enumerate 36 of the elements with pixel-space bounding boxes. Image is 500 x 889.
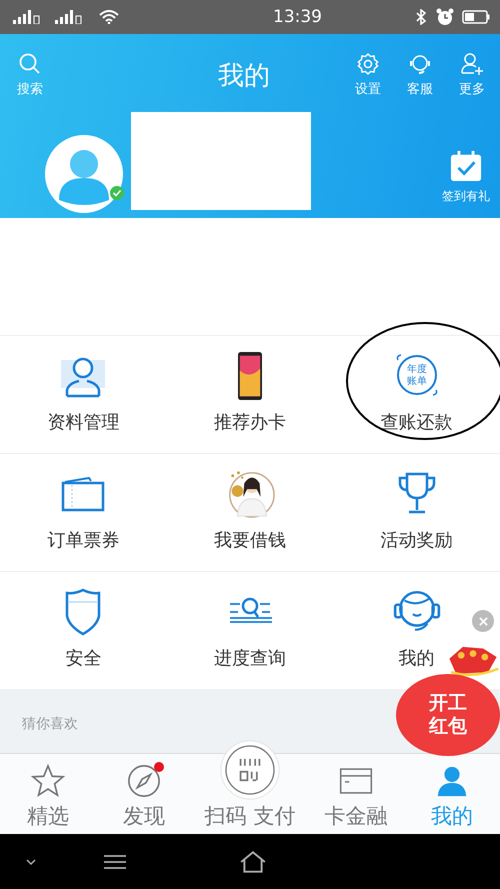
close-icon <box>478 616 488 626</box>
wifi-icon <box>99 10 119 24</box>
section-title: 猜你喜欢 <box>22 716 78 732</box>
page-title: 我的 <box>218 60 270 93</box>
menu-item[interactable]: 我的 <box>390 588 444 670</box>
menu-item[interactable]: 订单票券 <box>47 470 120 552</box>
chevron-down-icon[interactable] <box>25 858 37 866</box>
menu-item[interactable]: 资料管理 <box>47 352 120 434</box>
header-action-button[interactable]: 设置 <box>350 52 386 98</box>
settings-icon <box>356 52 380 76</box>
user-icon <box>435 764 469 798</box>
tab[interactable]: 扫码 支付 <box>192 714 308 834</box>
search-icon <box>18 52 42 76</box>
compass-icon <box>127 764 161 798</box>
header-action-button[interactable]: 更多 <box>454 52 490 98</box>
home-icon[interactable] <box>239 850 267 874</box>
menu-item[interactable]: 进度查询 <box>214 588 286 670</box>
menu-icon[interactable] <box>103 854 127 870</box>
tab[interactable]: 发现 <box>96 754 192 834</box>
search-button[interactable]: 搜索 <box>12 52 48 98</box>
star-icon <box>31 764 65 798</box>
tab[interactable]: 我的 <box>404 754 500 834</box>
add-user-icon <box>460 52 484 76</box>
checkin-button[interactable]: 签到有礼 <box>442 150 490 205</box>
menu-item[interactable]: 推荐办卡 <box>214 352 286 434</box>
menu-item[interactable]: 我要借钱 <box>214 470 286 552</box>
bluetooth-icon <box>416 9 426 25</box>
battery-icon <box>462 10 490 24</box>
calendar-check-icon <box>450 150 482 182</box>
menu-item[interactable]: 安全 <box>59 588 108 670</box>
alarm-icon <box>436 8 454 26</box>
menu-item[interactable]: 活动奖励 <box>380 470 453 552</box>
tab[interactable]: 卡金融 <box>308 754 404 834</box>
tab[interactable]: 精选 <box>0 754 96 834</box>
clock-time: 13:39 <box>272 7 322 27</box>
header-action-button[interactable]: 客服 <box>402 52 438 98</box>
